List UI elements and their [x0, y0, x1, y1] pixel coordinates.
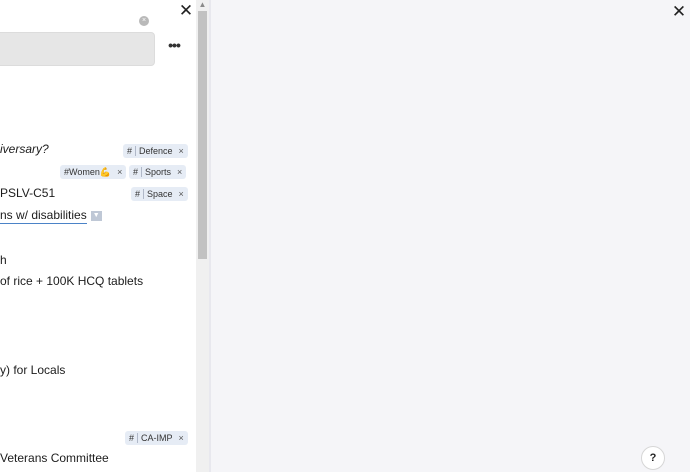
tag-remove-icon[interactable]: ×: [117, 165, 122, 179]
search-input[interactable]: [0, 32, 155, 66]
help-icon: ?: [649, 452, 657, 464]
tag-separator: [141, 167, 143, 177]
more-horizontal-icon[interactable]: •••: [164, 37, 184, 53]
list-item-label: PSLV-C51: [0, 186, 56, 200]
list-item-label: y) for Locals: [0, 363, 66, 377]
clear-icon[interactable]: ×: [139, 16, 149, 26]
tag-remove-icon[interactable]: ×: [179, 187, 184, 201]
list-item-label: Veterans Committee: [0, 451, 109, 465]
tag-hash: #: [135, 189, 141, 199]
close-icon[interactable]: ✕: [178, 2, 194, 19]
tag-separator: [143, 189, 145, 199]
close-icon[interactable]: ✕: [670, 3, 688, 21]
list-item[interactable]: PSLV-C51: [0, 186, 55, 201]
scroll-up-arrow-icon[interactable]: ▲: [198, 0, 207, 9]
tag-label: Space: [147, 189, 173, 199]
tag-label: Defence: [139, 146, 173, 156]
list-item[interactable]: ns w/ disabilities ▼: [0, 208, 102, 224]
tag-remove-icon[interactable]: ×: [177, 165, 182, 179]
tag-space[interactable]: # Space ×: [131, 187, 188, 201]
left-panel: × ••• iversary? # Defence × #Women💪 × # …: [0, 0, 196, 472]
tag-hash: #: [127, 146, 133, 156]
right-panel: [211, 0, 690, 472]
list-item-label: iversary?: [0, 142, 49, 156]
tag-separator: [137, 433, 139, 443]
tag-label: Sports: [145, 167, 172, 177]
list-item-label: h: [0, 253, 7, 267]
tag-separator: [135, 146, 137, 156]
tag-sports[interactable]: # Sports ×: [129, 165, 187, 179]
tag-ca-imp[interactable]: # CA-IMP ×: [125, 431, 188, 445]
tag-women[interactable]: #Women💪 ×: [60, 165, 127, 179]
tag-label: #Women💪: [64, 167, 112, 177]
list-item[interactable]: of rice + 100K HCQ tablets: [0, 274, 143, 289]
chevron-down-icon[interactable]: ▼: [90, 210, 102, 221]
tag-hash: #: [133, 167, 139, 177]
tag-label: CA-IMP: [141, 433, 173, 443]
list-item[interactable]: iversary?: [0, 142, 49, 157]
tag-remove-icon[interactable]: ×: [179, 431, 184, 445]
list-item[interactable]: y) for Locals: [0, 363, 65, 378]
tag-hash: #: [129, 433, 135, 443]
list-item-label: of rice + 100K HCQ tablets: [0, 274, 144, 288]
scrollbar-thumb[interactable]: [198, 11, 207, 259]
tag-remove-icon[interactable]: ×: [179, 144, 184, 158]
tag-defence[interactable]: # Defence ×: [123, 144, 188, 158]
list-item[interactable]: Veterans Committee: [0, 451, 109, 466]
list-item-link[interactable]: ns w/ disabilities: [0, 208, 87, 224]
list-item[interactable]: h: [0, 253, 7, 268]
help-button[interactable]: ?: [641, 446, 665, 470]
